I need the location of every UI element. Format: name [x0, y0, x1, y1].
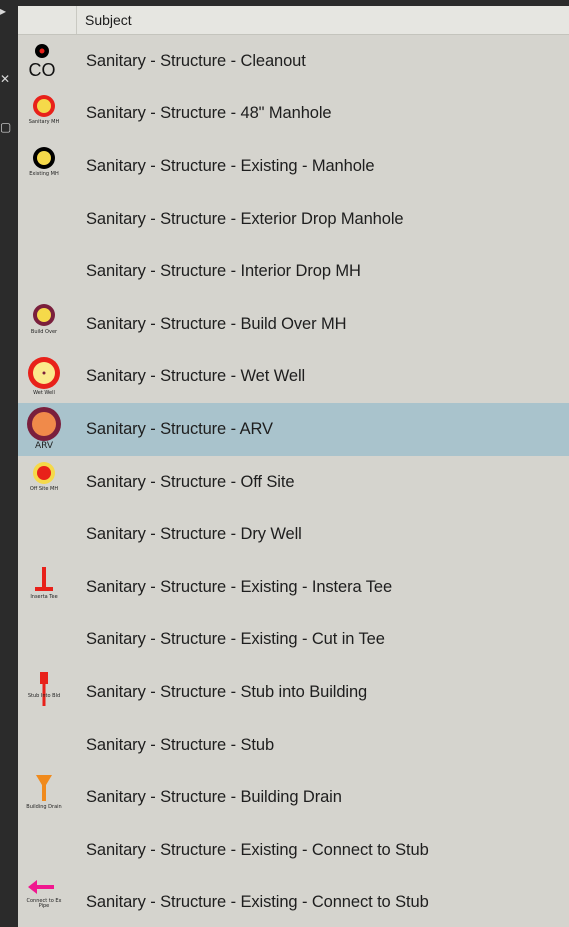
- off-site-icon: Off Site MH: [18, 456, 76, 509]
- list-item[interactable]: Sanitary - Structure - Interior Drop MH: [18, 245, 569, 298]
- list-item[interactable]: Building Drain Sanitary - Structure - Bu…: [18, 771, 569, 824]
- wet-well-icon: Wet Well: [18, 351, 76, 404]
- row-subject: Sanitary - Structure - Stub into Buildin…: [86, 682, 368, 701]
- icon-label: Existing MH: [29, 171, 59, 178]
- icon-label: Off Site MH: [29, 485, 59, 492]
- row-subject: Sanitary - Structure - Wet Well: [86, 367, 306, 386]
- list-item[interactable]: Stub Into Bld Sanitary - Structure - Stu…: [18, 666, 569, 719]
- row-subject: Sanitary - Structure - Exterior Drop Man…: [86, 209, 404, 228]
- list-item[interactable]: Inserta Tee Sanitary - Structure - Exist…: [18, 561, 569, 614]
- close-icon[interactable]: ✕: [0, 72, 18, 86]
- icon-column-header[interactable]: [18, 6, 77, 34]
- icon-label: Inserta Tee: [30, 593, 58, 600]
- row-subject: Sanitary - Structure - Existing - Inster…: [86, 577, 393, 596]
- list-item[interactable]: Sanitary - Structure - Existing - Connec…: [18, 824, 569, 877]
- icon-label: ARV: [34, 441, 54, 452]
- window-icon[interactable]: ▢: [0, 120, 18, 134]
- list-item[interactable]: CO Sanitary - Structure - Cleanout: [18, 35, 569, 88]
- list-item[interactable]: Off Site MH Sanitary - Structure - Off S…: [18, 456, 569, 509]
- icon-label: CO: [28, 60, 56, 80]
- connect-arrow-icon: Connect to Ex Pipe: [18, 877, 76, 927]
- row-subject: Sanitary - Structure - Existing - Connec…: [86, 840, 429, 859]
- list-item[interactable]: Sanitary - Structure - Exterior Drop Man…: [18, 193, 569, 246]
- icon-label: Build Over: [30, 328, 58, 335]
- icon-label: Sanitary MH: [28, 118, 60, 125]
- row-subject: Sanitary - Structure - Dry Well: [86, 525, 302, 544]
- markups-list-panel: Subject CO Sanitary - Structure - Cleano…: [18, 6, 569, 927]
- row-subject: Sanitary - Structure - Existing - Connec…: [86, 893, 429, 912]
- row-subject: Sanitary - Structure - Cleanout: [86, 51, 306, 70]
- row-subject: Sanitary - Structure - Build Over MH: [86, 314, 347, 333]
- building-drain-icon: Building Drain: [18, 771, 76, 824]
- expand-icon[interactable]: ▸: [0, 4, 18, 18]
- row-subject: Sanitary - Structure - Off Site: [86, 472, 295, 491]
- build-over-icon: Build Over: [18, 298, 76, 351]
- list-item[interactable]: Sanitary MH Sanitary - Structure - 48" M…: [18, 88, 569, 141]
- list-item[interactable]: Build Over Sanitary - Structure - Build …: [18, 298, 569, 351]
- existing-manhole-icon: Existing MH: [18, 140, 76, 193]
- list-item[interactable]: Connect to Ex Pipe Sanitary - Structure …: [18, 877, 569, 927]
- row-subject: Sanitary - Structure - Interior Drop MH: [86, 262, 361, 281]
- insertion-tee-icon: Inserta Tee: [18, 561, 76, 614]
- cleanout-icon: CO: [18, 35, 76, 88]
- row-subject: Sanitary - Structure - Existing - Cut in…: [86, 630, 385, 649]
- row-subject: Sanitary - Structure - Existing - Manhol…: [86, 156, 375, 175]
- left-toolbar-strip: ▸ ✕ ▢: [0, 0, 18, 927]
- icon-label: Wet Well: [33, 389, 55, 396]
- manhole-48-icon: Sanitary MH: [18, 88, 76, 141]
- row-subject: Sanitary - Structure - Building Drain: [86, 788, 342, 807]
- list-item[interactable]: Sanitary - Structure - Existing - Cut in…: [18, 614, 569, 667]
- row-subject: Sanitary - Structure - Stub: [86, 735, 275, 754]
- markup-rows: CO Sanitary - Structure - Cleanout Sanit…: [18, 35, 569, 927]
- list-item[interactable]: Sanitary - Structure - Stub: [18, 719, 569, 772]
- icon-label: Building Drain: [26, 804, 62, 811]
- row-subject: Sanitary - Structure - ARV: [86, 419, 273, 438]
- list-item[interactable]: Existing MH Sanitary - Structure - Exist…: [18, 140, 569, 193]
- list-item[interactable]: Sanitary - Structure - Dry Well: [18, 508, 569, 561]
- arv-icon: ARV: [18, 403, 76, 456]
- row-subject: Sanitary - Structure - 48" Manhole: [86, 104, 332, 123]
- icon-label: Connect to Ex Pipe: [26, 897, 62, 909]
- list-item[interactable]: Wet Well Sanitary - Structure - Wet Well: [18, 351, 569, 404]
- icon-label: Stub Into Bld: [27, 693, 61, 700]
- list-header: Subject: [18, 6, 569, 35]
- stub-into-building-icon: Stub Into Bld: [18, 666, 76, 719]
- list-item[interactable]: ARV Sanitary - Structure - ARV: [18, 403, 569, 456]
- subject-column-header[interactable]: Subject: [77, 12, 132, 28]
